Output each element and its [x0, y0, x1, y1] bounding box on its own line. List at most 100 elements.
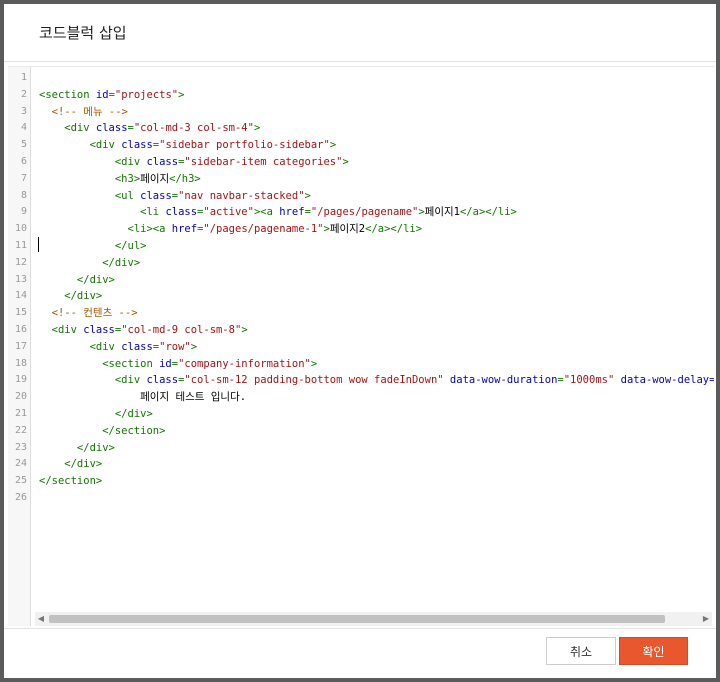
line-number: 21: [14, 408, 27, 419]
code-token: >: [342, 156, 349, 168]
code-token: >: [329, 139, 337, 152]
code-token: </div>: [39, 290, 103, 303]
code-token: class: [95, 122, 128, 135]
line-number: 14: [14, 290, 27, 302]
code-token: <section: [39, 88, 96, 101]
code-token: </ul>: [39, 240, 147, 252]
code-token: </section>: [39, 475, 103, 488]
code-line: <div class="sidebar-item categories">: [39, 154, 349, 171]
line-number: 3: [20, 105, 27, 117]
code-line: <div class="col-sm-12 padding-bottom wow…: [39, 372, 714, 389]
code-token: </a></li>: [365, 223, 423, 236]
dialog-footer: 취소 확인: [4, 628, 716, 678]
code-text-area[interactable]: <section id="projects"> <!-- 메뉴 --> <div…: [39, 67, 714, 612]
code-line: </div>: [39, 272, 115, 289]
code-token: <div: [39, 122, 96, 135]
line-number: 16: [14, 324, 27, 335]
code-line: <div class="col-md-3 col-sm-4">: [39, 120, 260, 137]
code-token: "col-sm-12 padding-bottom wow fadeInDown…: [184, 374, 444, 387]
code-token: "row": [159, 340, 191, 353]
code-line: <li class="active"><a href="/pages/pagen…: [39, 204, 517, 221]
line-number: 7: [20, 172, 27, 184]
code-line: </section>: [39, 423, 165, 440]
code-line: <section id="company-information">: [39, 356, 317, 373]
code-token: </div>: [39, 408, 153, 420]
code-token: </div>: [39, 256, 141, 269]
line-number: 8: [20, 189, 27, 201]
code-token: <li: [39, 206, 166, 219]
scroll-right-icon[interactable]: ▶: [700, 612, 712, 626]
scroll-left-icon[interactable]: ◀: [35, 612, 47, 626]
line-number: 6: [20, 156, 27, 167]
code-line: <ul class="nav navbar-stacked">: [39, 188, 311, 205]
code-token: <ul: [39, 189, 141, 202]
cancel-button[interactable]: 취소: [546, 637, 616, 665]
code-token: >: [241, 324, 248, 336]
code-token: class: [83, 324, 115, 336]
code-token: "sidebar portfolio-sidebar": [159, 139, 330, 152]
code-token: "/pages/pagename-1": [203, 223, 324, 236]
code-token: <!-- 컨텐츠 -->: [39, 307, 138, 320]
code-line: </div>: [39, 456, 102, 473]
line-number: 4: [20, 122, 27, 134]
line-number: 19: [14, 374, 27, 386]
code-token: 페이지1: [424, 206, 460, 219]
line-number: 23: [14, 441, 27, 453]
code-token: <!-- 메뉴 -->: [39, 105, 128, 118]
text-cursor: [38, 237, 39, 252]
code-token: <section: [39, 357, 160, 370]
code-token: href: [171, 223, 198, 236]
code-token: "/pages/pagename": [310, 206, 419, 219]
line-number: 17: [14, 340, 27, 352]
code-token: data-wow-duration: [449, 374, 558, 387]
code-token: <div: [39, 324, 84, 336]
code-line: 페이지 테스트 입니다.: [39, 389, 246, 406]
code-token: </div>: [39, 441, 115, 454]
code-token: >: [304, 189, 311, 202]
line-number: 26: [14, 492, 27, 503]
code-token: </h3>: [169, 172, 201, 185]
code-token: class: [165, 206, 198, 219]
code-token: <div: [39, 340, 122, 353]
line-number: 25: [14, 475, 27, 487]
code-token: <li><a: [39, 223, 172, 236]
code-token: 페이지2: [329, 223, 366, 236]
code-token: "col-md-9 col-sm-8": [121, 324, 242, 336]
horizontal-scrollbar[interactable]: ◀ ▶: [35, 612, 712, 626]
code-token: id: [159, 357, 172, 370]
code-token: >: [190, 340, 198, 353]
code-token: <div: [39, 374, 147, 387]
code-line: </div>: [39, 255, 140, 272]
confirm-button[interactable]: 확인: [619, 637, 688, 665]
code-line: <h3>페이지</h3>: [39, 171, 201, 188]
code-token: href: [279, 206, 305, 219]
code-token: </div>: [39, 458, 103, 471]
line-number: 20: [14, 391, 27, 403]
code-token: "active": [203, 206, 254, 219]
code-token: "1000ms": [563, 374, 615, 387]
code-token: class: [121, 139, 153, 152]
code-token: class: [121, 340, 153, 353]
code-token: id: [95, 88, 109, 101]
code-token: "projects": [114, 88, 179, 101]
code-token: data-wow-delay=: [620, 374, 714, 387]
code-token: 페이지 테스트 입니다.: [39, 391, 247, 404]
code-line: <!-- 메뉴 -->: [39, 104, 128, 121]
code-token: class: [146, 374, 179, 387]
code-token: "col-md-3 col-sm-4": [133, 122, 254, 135]
code-editor[interactable]: 1 2 3 4 5 6 7 8 9 10 11 12 13 14 15 16 17 18 19 20 21 22 23 24 2…: [8, 66, 714, 626]
line-number: 11: [14, 240, 27, 251]
code-token: </section>: [39, 424, 166, 437]
scrollbar-thumb[interactable]: [49, 615, 665, 623]
dialog-header: 코드블럭 삽입: [4, 4, 716, 62]
code-line: </div>: [39, 288, 102, 305]
line-number: 15: [14, 307, 27, 319]
code-line: <section id="projects">: [39, 87, 184, 104]
code-line: <!-- 컨텐츠 -->: [39, 305, 138, 322]
line-number: 10: [14, 223, 27, 235]
line-number: 5: [20, 139, 27, 151]
code-token: 페이지: [140, 172, 170, 185]
code-token: "company-information": [178, 357, 311, 370]
code-token: class: [140, 189, 172, 202]
code-token: <div: [39, 139, 122, 152]
